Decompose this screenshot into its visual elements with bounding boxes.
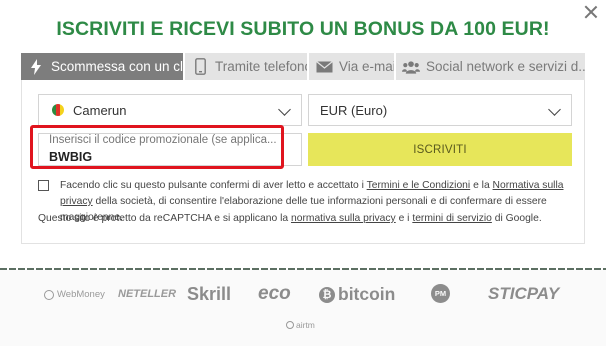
consent-text-middle: e la (470, 180, 493, 191)
airtm-icon (286, 321, 294, 329)
airtm-logo: airtm (286, 320, 315, 330)
tab-label: Social network e servizi d... (426, 59, 585, 74)
bitcoin-logo: ₿ bitcoin (319, 284, 395, 305)
consent-checkbox[interactable] (38, 180, 49, 191)
eco-logo: eco (258, 283, 291, 304)
recaptcha-text-middle: e i (395, 213, 413, 224)
google-privacy-link[interactable]: normativa sulla privacy (291, 213, 396, 224)
recaptcha-notice: Questo sito è protetto da reCAPTCHA e si… (38, 213, 542, 224)
country-value: Camerun (73, 102, 127, 118)
bitcoin-label: bitcoin (338, 284, 396, 304)
perfect-money-logo: PM (431, 284, 450, 303)
airtm-label: airtm (296, 320, 315, 330)
registration-form: Camerun EUR (Euro) Inserisci il codice p… (21, 80, 585, 244)
consent-text-start: Facendo clic su questo pulsante confermi… (60, 180, 367, 191)
modal-title: ISCRIVITI E RICEVI SUBITO UN BONUS DA 10… (56, 18, 550, 40)
tab-label: Tramite telefono (215, 59, 307, 74)
lightning-icon (27, 58, 45, 76)
tab-phone[interactable]: Tramite telefono (185, 53, 307, 80)
promo-code-input[interactable] (49, 149, 279, 165)
tab-one-click[interactable]: Scommessa con un clic (21, 53, 183, 80)
users-icon (402, 58, 420, 76)
register-button[interactable]: ISCRIVITI (308, 133, 572, 166)
neteller-logo: NETELLER (118, 288, 177, 300)
webmoney-logo: WebMoney (44, 289, 105, 300)
phone-icon (191, 58, 209, 76)
registration-tabs: Scommessa con un clic Tramite telefono V… (21, 53, 585, 80)
tab-social[interactable]: Social network e servizi d... (396, 53, 585, 80)
tab-label: Scommessa con un clic (51, 59, 183, 74)
chevron-down-icon (548, 103, 561, 116)
chevron-down-icon (278, 103, 291, 116)
payment-methods-footer: WebMoney NETELLER Skrill eco ₿ bitcoin PM… (0, 270, 606, 346)
webmoney-icon (44, 289, 54, 300)
tab-email[interactable]: Via e-mail (309, 53, 394, 80)
promo-code-field[interactable]: Inserisci il codice promozionale (se app… (38, 133, 302, 166)
google-terms-link[interactable]: termini di servizio (412, 213, 492, 224)
cameroon-flag-icon (52, 104, 64, 116)
country-select[interactable]: Camerun (38, 94, 302, 126)
pm-label: PM (431, 284, 450, 303)
tab-label: Via e-mail (339, 59, 394, 74)
recaptcha-text-end: di Google. (491, 213, 542, 224)
sticpay-logo: STICPAY (488, 284, 560, 303)
promo-code-label: Inserisci il codice promozionale (se app… (49, 134, 277, 146)
currency-value: EUR (Euro) (320, 102, 388, 118)
close-icon[interactable] (584, 5, 598, 19)
terms-link[interactable]: Termini e le Condizioni (367, 180, 471, 191)
recaptcha-text-start: Questo sito è protetto da reCAPTCHA e si… (38, 213, 291, 224)
skrill-logo: Skrill (187, 284, 232, 304)
currency-select[interactable]: EUR (Euro) (308, 94, 572, 126)
registration-modal: ISCRIVITI E RICEVI SUBITO UN BONUS DA 10… (0, 0, 606, 346)
envelope-icon (315, 58, 333, 76)
webmoney-label: WebMoney (57, 289, 105, 300)
bitcoin-icon: ₿ (319, 286, 335, 303)
